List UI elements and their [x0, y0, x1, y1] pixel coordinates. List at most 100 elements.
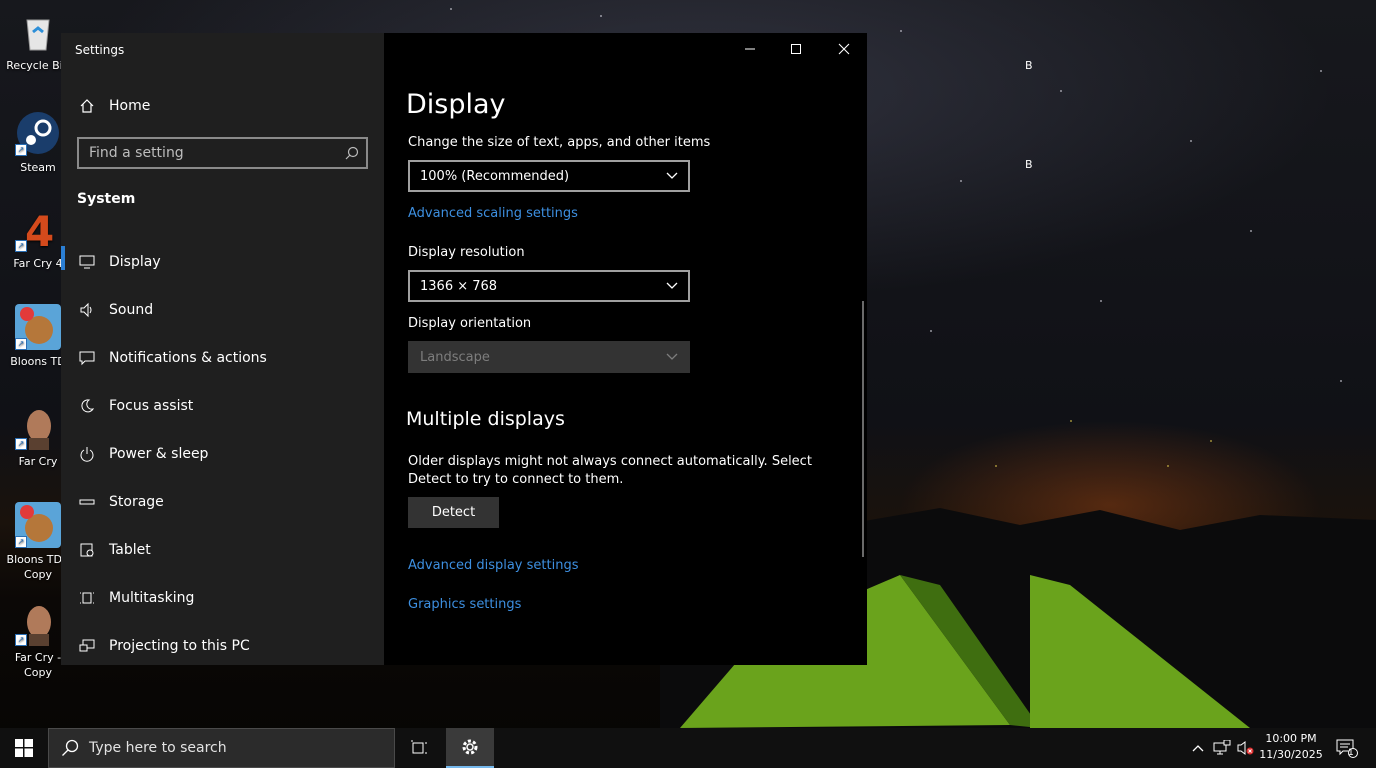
settings-window: Settings Home System Display Sound	[61, 33, 867, 665]
multitasking-icon	[77, 588, 97, 608]
storage-icon	[77, 492, 97, 512]
monitor-icon	[77, 252, 97, 272]
sidebar-item-sound[interactable]: Sound	[61, 286, 384, 334]
minimize-icon	[745, 48, 755, 50]
multiple-displays-text: Older displays might not always connect …	[408, 454, 812, 487]
resolution-dropdown[interactable]: 1366 × 768	[408, 270, 690, 302]
settings-content: Display Change the size of text, apps, a…	[384, 33, 867, 665]
moon-icon	[77, 396, 97, 416]
sidebar-item-projecting[interactable]: Projecting to this PC	[61, 622, 384, 670]
sidebar-item-display[interactable]: Display	[61, 238, 384, 286]
maximize-icon	[791, 44, 801, 54]
task-view-button[interactable]	[395, 728, 443, 768]
detect-button[interactable]: Detect	[408, 497, 499, 528]
desktop-icon-label: Bloons TD - Copy	[6, 553, 70, 581]
sidebar-item-tablet[interactable]: Tablet	[61, 526, 384, 574]
recycle-bin-icon	[15, 8, 61, 54]
tent-right	[1030, 575, 1250, 728]
far-cry-4-icon: 4 ↗	[15, 206, 61, 256]
task-view-icon	[411, 740, 427, 754]
bloons-td-icon: ↗	[15, 502, 61, 548]
sidebar-item-focus-assist[interactable]: Focus assist	[61, 382, 384, 430]
sidebar-item-label: Projecting to this PC	[109, 638, 250, 654]
ghost-icon-label: B	[1025, 59, 1033, 72]
taskbar: Type here to search 10:00 PM 11/30/2025 …	[0, 728, 1376, 768]
far-cry-icon: ↗	[15, 600, 61, 646]
scale-label: Change the size of text, apps, and other…	[408, 135, 711, 150]
sidebar-item-label: Multitasking	[109, 590, 195, 606]
gear-icon	[462, 739, 478, 755]
desktop-icon-label: Far Cry	[18, 455, 58, 468]
advanced-display-link[interactable]: Advanced display settings	[408, 558, 578, 573]
sidebar-item-label: Notifications & actions	[109, 350, 267, 366]
sidebar-item-home[interactable]: Home	[61, 93, 384, 119]
chevron-down-icon	[666, 282, 678, 289]
sidebar-item-label: Storage	[109, 494, 164, 510]
scale-dropdown[interactable]: 100% (Recommended)	[408, 160, 690, 192]
sidebar-item-label: Power & sleep	[109, 446, 209, 462]
projecting-icon	[77, 636, 97, 656]
message-icon	[77, 348, 97, 368]
page-title: Display	[406, 89, 506, 120]
steam-icon: ↗	[15, 110, 61, 156]
find-setting-input[interactable]	[79, 145, 338, 161]
advanced-scaling-link[interactable]: Advanced scaling settings	[408, 206, 578, 221]
sidebar-item-label: Sound	[109, 302, 154, 318]
action-center-button[interactable]: 1	[1330, 728, 1364, 768]
resolution-value: 1366 × 768	[420, 278, 498, 294]
section-heading: System	[77, 191, 136, 207]
home-icon	[77, 96, 97, 116]
resolution-label: Display resolution	[408, 245, 525, 260]
orientation-label: Display orientation	[408, 316, 532, 331]
network-icon	[1213, 740, 1231, 755]
maximize-button[interactable]	[773, 33, 819, 65]
clock-date: 11/30/2025	[1259, 748, 1323, 761]
window-title: Settings	[75, 43, 125, 57]
desktop-icon-label: Bloons TD	[10, 355, 66, 368]
sidebar-item-label: Tablet	[109, 542, 151, 558]
taskbar-search[interactable]: Type here to search	[48, 728, 395, 768]
sidebar-item-label: Focus assist	[109, 398, 194, 414]
sidebar-item-storage[interactable]: Storage	[61, 478, 384, 526]
minimize-button[interactable]	[727, 33, 773, 65]
multiple-displays-heading: Multiple displays	[406, 408, 565, 430]
sidebar-item-multitasking[interactable]: Multitasking	[61, 574, 384, 622]
find-setting-box[interactable]	[77, 137, 368, 169]
power-icon	[77, 444, 97, 464]
sidebar-item-label: Home	[109, 98, 151, 114]
network-button[interactable]	[1211, 728, 1233, 768]
bloons-td-icon: ↗	[15, 304, 61, 350]
sidebar-item-label: Display	[109, 254, 161, 270]
far-cry-icon: ↗	[15, 404, 61, 450]
ghost-icon-label: B	[1025, 158, 1033, 171]
speaker-icon	[77, 300, 97, 320]
scale-value: 100% (Recommended)	[420, 168, 570, 184]
close-icon	[838, 43, 850, 55]
desktop-icon-label: Steam	[20, 161, 56, 174]
svg-text:4: 4	[25, 207, 54, 252]
taskbar-settings-app[interactable]	[446, 728, 494, 768]
clock-time: 10:00 PM	[1265, 732, 1317, 745]
sidebar-item-notifications[interactable]: Notifications & actions	[61, 334, 384, 382]
orientation-dropdown: Landscape	[408, 341, 690, 373]
tablet-icon	[77, 540, 97, 560]
sidebar-item-power-sleep[interactable]: Power & sleep	[61, 430, 384, 478]
scrollbar[interactable]	[862, 301, 864, 557]
sidebar-nav: Display Sound Notifications & actions Fo…	[61, 238, 384, 670]
taskbar-clock[interactable]: 10:00 PM 11/30/2025	[1252, 731, 1330, 763]
chevron-down-icon	[666, 353, 678, 360]
orientation-value: Landscape	[420, 349, 490, 365]
settings-sidebar: Settings Home System Display Sound	[61, 33, 384, 665]
notification-icon	[1336, 739, 1358, 758]
graphics-settings-link[interactable]: Graphics settings	[408, 597, 521, 612]
chevron-down-icon	[666, 172, 678, 179]
windows-logo-icon	[15, 739, 33, 757]
desktop-icon-label: Far Cry 4	[13, 257, 63, 270]
search-icon	[338, 146, 366, 160]
show-hidden-icons-button[interactable]	[1188, 728, 1208, 768]
search-icon	[62, 739, 79, 756]
close-button[interactable]	[821, 33, 867, 65]
start-button[interactable]	[0, 728, 48, 768]
taskbar-search-placeholder: Type here to search	[89, 740, 227, 756]
desktop-icon-label: Far Cry - Copy	[14, 651, 62, 679]
